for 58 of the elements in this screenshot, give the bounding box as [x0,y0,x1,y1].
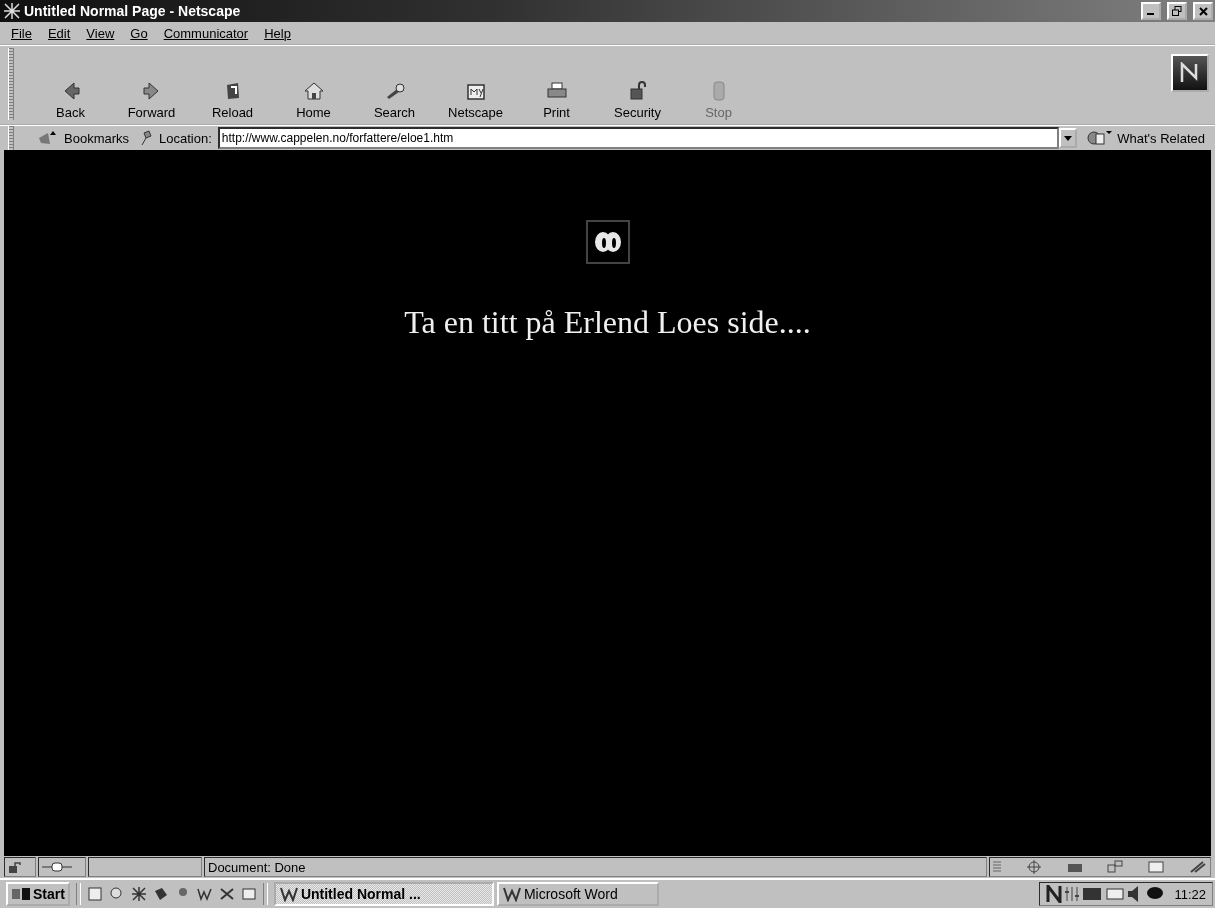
menu-item[interactable]: Edit [40,25,78,41]
x-icon[interactable] [218,886,235,902]
toolbar-button[interactable]: Security [597,76,678,120]
compass-icon[interactable] [1025,860,1042,874]
toolbar-button[interactable]: Home [273,76,354,120]
toolbar-button[interactable]: Forward [111,76,192,120]
whats-related-button[interactable]: What's Related [1083,130,1209,146]
app-icon [4,3,20,19]
chip-icon[interactable] [1082,887,1103,901]
location-label: Location: [159,130,212,146]
menu-item[interactable]: View [79,25,122,41]
toolbar-grip[interactable] [8,126,14,150]
minimize-button[interactable] [1141,2,1161,20]
n-letter-icon[interactable] [1046,885,1063,903]
checkbox-icon[interactable] [86,886,103,902]
toolbar-button[interactable]: Netscape [435,76,516,120]
close-button[interactable] [1193,2,1213,20]
toolbar-button[interactable]: Back [30,76,111,120]
pushpin-icon [139,130,154,146]
page-heading: Ta en titt på Erlend Loes side.... [404,304,811,341]
plug-icon [42,862,72,872]
w-icon[interactable] [196,886,213,902]
windows-logo-icon [11,886,31,902]
eyes-icon [592,230,623,254]
pen-icon[interactable] [1189,860,1207,874]
app-icon [502,886,521,902]
asterisk-icon[interactable] [130,886,147,902]
restore-icon [1172,6,1182,16]
card-icon[interactable] [1104,887,1125,901]
diamond-icon[interactable] [152,886,169,902]
globe-pages-icon [1087,130,1114,146]
speech-bubble-icon[interactable] [1146,886,1165,902]
toolbar-button[interactable]: Reload [192,76,273,120]
menu-item[interactable]: Communicator [156,25,256,41]
restore-button[interactable] [1167,2,1187,20]
window-title: Untitled Normal Page - Netscape [24,3,242,19]
toolbar-grip[interactable] [8,48,14,120]
grip-icon [993,860,1001,874]
task-button[interactable]: Untitled Normal ... [273,882,494,906]
menu-item[interactable]: Help [257,25,298,41]
menu-item[interactable]: Go [123,25,155,41]
start-button[interactable]: Start [6,882,70,906]
caret-icon [1064,135,1073,141]
location-field[interactable]: http://www.cappelen.no/forfattere/eloe1.htm [217,127,1060,149]
app-icon [279,886,298,902]
window-icon[interactable] [240,886,257,902]
padlock-icon [8,861,22,873]
task-button[interactable]: Microsoft Word [496,882,659,906]
dropdown-button[interactable] [1059,128,1078,148]
equalizer-icon[interactable] [1064,886,1081,902]
close-icon [1198,6,1208,16]
toolbar-button[interactable]: Search [354,76,435,120]
clock: 11:22 [1174,886,1206,902]
status-text: Document: Done [208,859,306,875]
toolbar-button[interactable]: Print [516,76,597,120]
bookmarks-button[interactable]: Bookmarks [34,130,134,146]
menu-item[interactable]: File [4,25,39,41]
house-icon [302,80,325,102]
